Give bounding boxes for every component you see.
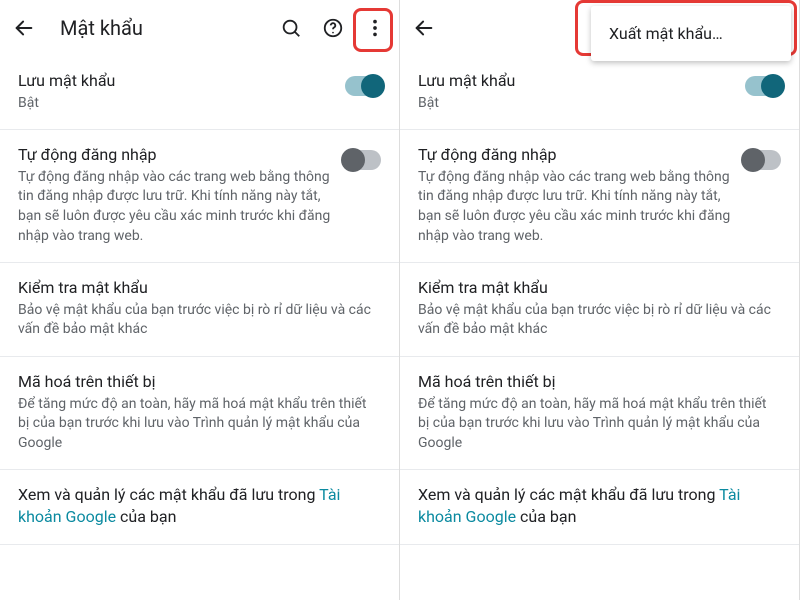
row-save-passwords[interactable]: Lưu mật khẩu Bật [0,56,399,130]
row-manage-passwords[interactable]: Xem và quản lý các mật khẩu đã lưu trong… [0,470,399,544]
row-check-passwords[interactable]: Kiểm tra mật khẩu Bảo vệ mật khẩu của bạ… [0,263,399,357]
text-post: của bạn [116,507,176,526]
text-post: của bạn [516,507,576,526]
row-title: Kiểm tra mật khẩu [18,277,381,299]
left-pane: Mật khẩu Lưu mật khẩu Bật Tự động đăn [0,0,400,600]
back-arrow-icon[interactable] [412,16,436,40]
row-title: Kiểm tra mật khẩu [418,277,781,299]
row-title: Xem và quản lý các mật khẩu đã lưu trong… [418,484,781,527]
row-subtitle: Tự động đăng nhập vào các trang web bằng… [418,168,733,246]
text-pre: Xem và quản lý các mật khẩu đã lưu trong [18,485,319,504]
header: Mật khẩu [0,0,399,56]
row-auto-signin[interactable]: Tự động đăng nhập Tự động đăng nhập vào … [400,130,799,263]
row-title: Lưu mật khẩu [18,70,333,92]
row-check-passwords[interactable]: Kiểm tra mật khẩu Bảo vệ mật khẩu của bạ… [400,263,799,357]
help-icon[interactable] [321,16,345,40]
row-auto-signin[interactable]: Tự động đăng nhập Tự động đăng nhập vào … [0,130,399,263]
row-title: Lưu mật khẩu [418,70,733,92]
page-title: Mật khẩu [60,16,143,40]
row-subtitle: Bật [418,94,733,114]
overflow-menu: Xuất mật khẩu… [591,6,791,61]
toggle-save-passwords[interactable] [745,76,781,96]
header-actions [279,16,387,40]
toggle-save-passwords[interactable] [345,76,381,96]
toggle-auto-signin[interactable] [345,150,381,170]
row-manage-passwords[interactable]: Xem và quản lý các mật khẩu đã lưu trong… [400,470,799,544]
row-title: Xem và quản lý các mật khẩu đã lưu trong… [18,484,381,527]
toggle-auto-signin[interactable] [745,150,781,170]
row-subtitle: Để tăng mức độ an toàn, hãy mã hoá mật k… [18,395,381,454]
row-title: Tự động đăng nhập [18,144,333,166]
row-encrypt-device[interactable]: Mã hoá trên thiết bị Để tăng mức độ an t… [0,357,399,470]
row-title: Mã hoá trên thiết bị [18,371,381,393]
text-pre: Xem và quản lý các mật khẩu đã lưu trong [418,485,719,504]
back-arrow-icon[interactable] [12,16,36,40]
row-subtitle: Để tăng mức độ an toàn, hãy mã hoá mật k… [418,395,781,454]
row-subtitle: Bảo vệ mật khẩu của bạn trước việc bị rò… [18,301,381,340]
row-title: Mã hoá trên thiết bị [418,371,781,393]
row-subtitle: Bật [18,94,333,114]
overflow-menu-icon[interactable] [363,16,387,40]
row-subtitle: Tự động đăng nhập vào các trang web bằng… [18,168,333,246]
menu-item-export-passwords[interactable]: Xuất mật khẩu… [591,12,791,55]
row-subtitle: Bảo vệ mật khẩu của bạn trước việc bị rò… [418,301,781,340]
row-save-passwords[interactable]: Lưu mật khẩu Bật [400,56,799,130]
row-encrypt-device[interactable]: Mã hoá trên thiết bị Để tăng mức độ an t… [400,357,799,470]
row-title: Tự động đăng nhập [418,144,733,166]
search-icon[interactable] [279,16,303,40]
right-pane: Xuất mật khẩu… Lưu mật khẩu Bật Tự động … [400,0,800,600]
